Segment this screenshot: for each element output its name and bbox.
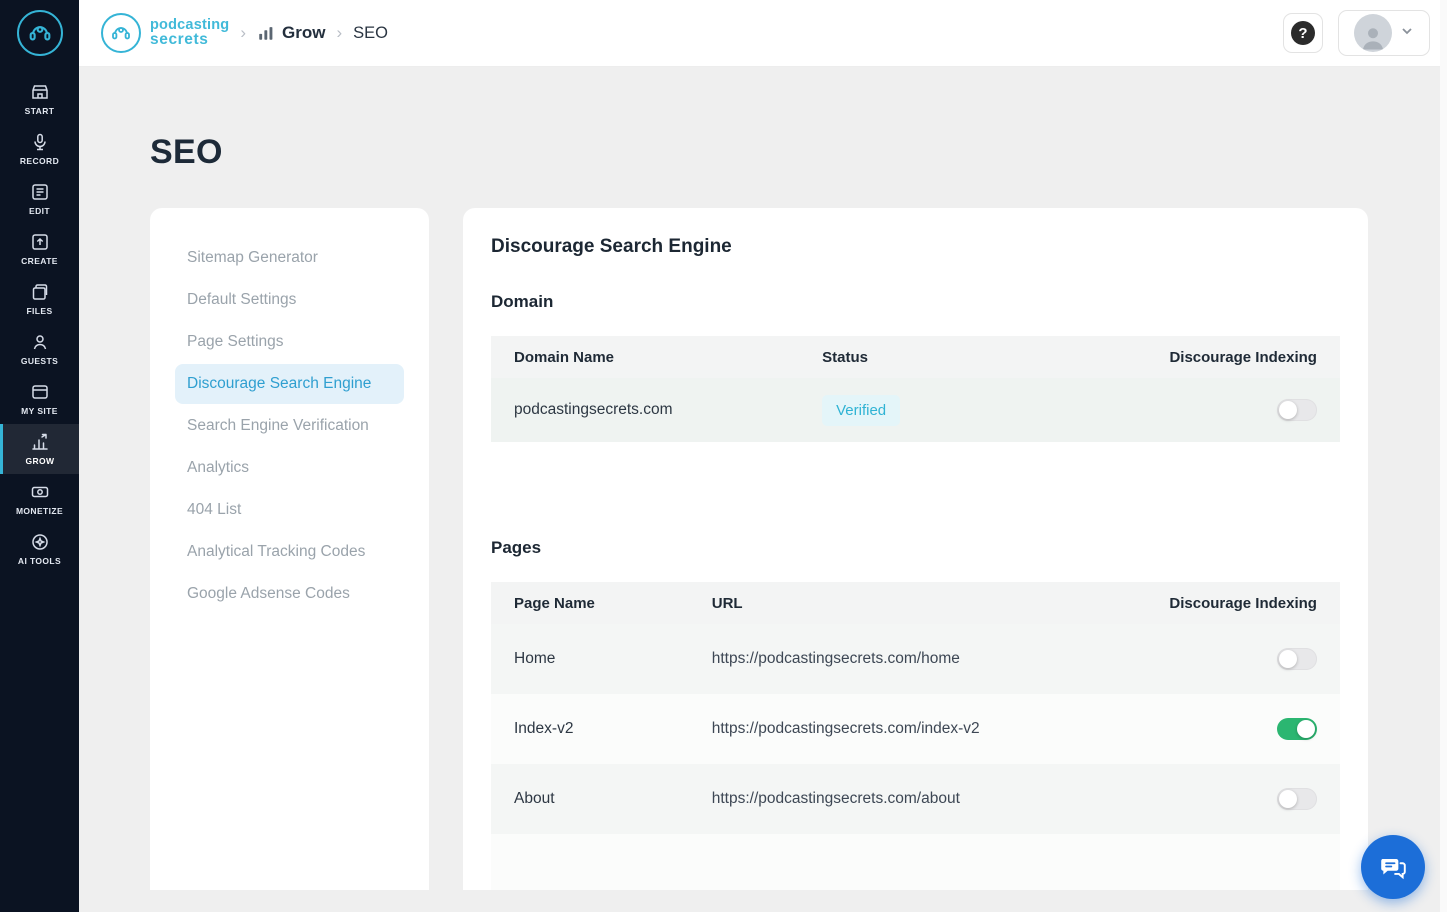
breadcrumb-separator-icon: › [240, 23, 246, 43]
sidebar-item-record[interactable]: RECORD [0, 124, 79, 174]
podcast-logo-icon [26, 19, 54, 47]
panel-title: Discourage Search Engine [491, 236, 1340, 258]
table-row: podcastingsecrets.com Verified [491, 378, 1340, 442]
sidebar-item-label: MONETIZE [16, 506, 63, 516]
page-name: About [491, 790, 712, 808]
help-button[interactable]: ? [1283, 13, 1323, 53]
column-header-discourage-indexing: Discourage Indexing [1153, 349, 1340, 366]
brand-logo[interactable]: podcasting secrets [101, 13, 229, 53]
page-url: https://podcastingsecrets.com/home [712, 650, 1153, 668]
brand-name: podcasting secrets [150, 18, 229, 49]
avatar [1354, 14, 1392, 52]
create-icon [30, 232, 50, 252]
sidebar-item-monetize[interactable]: MONETIZE [0, 474, 79, 524]
sidebar-item-label: START [25, 106, 55, 116]
table-row: Index-v2 https://podcastingsecrets.com/i… [491, 694, 1340, 764]
scrollbar-track[interactable] [1440, 0, 1447, 912]
domain-section-title: Domain [491, 292, 1340, 312]
discourage-indexing-toggle[interactable] [1277, 648, 1317, 670]
sidebar-item-label: MY SITE [21, 406, 58, 416]
top-header: podcasting secrets › Grow › SEO ? [79, 0, 1447, 67]
column-header-url: URL [712, 595, 1153, 612]
discourage-indexing-toggle[interactable] [1277, 399, 1317, 421]
status-badge: Verified [822, 395, 900, 426]
edit-sliders-icon [30, 182, 50, 202]
sidebar-item-my-site[interactable]: MY SITE [0, 374, 79, 424]
domain-name: podcastingsecrets.com [491, 401, 822, 419]
sidebar-item-label: EDIT [29, 206, 50, 216]
money-icon [30, 482, 50, 502]
menu-item-sitemap-generator[interactable]: Sitemap Generator [175, 238, 404, 278]
breadcrumb-grow[interactable]: Grow [257, 23, 325, 43]
sidebar-item-start[interactable]: START [0, 74, 79, 124]
page-title: SEO [150, 133, 1440, 172]
guests-icon [30, 332, 50, 352]
header-actions: ? [1283, 10, 1430, 56]
menu-item-discourage-search-engine[interactable]: Discourage Search Engine [175, 364, 404, 404]
sidebar-item-label: RECORD [20, 156, 59, 166]
page-url: https://podcastingsecrets.com/about [712, 790, 1153, 808]
chat-widget-button[interactable] [1361, 835, 1425, 899]
sidebar-item-label: FILES [26, 306, 52, 316]
pages-table: Page Name URL Discourage Indexing Home h… [491, 582, 1340, 890]
page-name: Home [491, 650, 712, 668]
menu-item-search-engine-verification[interactable]: Search Engine Verification [175, 406, 404, 446]
domain-table-header: Domain Name Status Discourage Indexing [491, 336, 1340, 378]
seo-settings-menu: Sitemap Generator Default Settings Page … [150, 208, 429, 890]
sidebar-item-guests[interactable]: GUESTS [0, 324, 79, 374]
sidebar-item-ai-tools[interactable]: AI TOOLS [0, 524, 79, 574]
microphone-icon [30, 132, 50, 152]
breadcrumb-separator-icon: › [336, 23, 342, 43]
breadcrumb-seo: SEO [353, 24, 388, 43]
person-silhouette-icon [1358, 22, 1388, 52]
sidebar-item-label: GROW [26, 456, 55, 466]
menu-item-404-list[interactable]: 404 List [175, 490, 404, 530]
discourage-indexing-toggle[interactable] [1277, 718, 1317, 740]
sidebar: START RECORD EDIT CREATE FILES GUESTS MY… [0, 0, 79, 912]
sidebar-item-label: GUESTS [21, 356, 58, 366]
menu-item-page-settings[interactable]: Page Settings [175, 322, 404, 362]
discourage-search-engine-panel: Discourage Search Engine Domain Domain N… [463, 208, 1368, 890]
table-row: Home https://podcastingsecrets.com/home [491, 624, 1340, 694]
help-icon: ? [1291, 21, 1315, 45]
table-row: About https://podcastingsecrets.com/abou… [491, 764, 1340, 834]
column-header-discourage-indexing: Discourage Indexing [1153, 595, 1340, 612]
menu-item-default-settings[interactable]: Default Settings [175, 280, 404, 320]
menu-item-analytical-tracking-codes[interactable]: Analytical Tracking Codes [175, 532, 404, 572]
column-header-status: Status [822, 349, 1153, 366]
pages-table-header: Page Name URL Discourage Indexing [491, 582, 1340, 624]
page-url: https://podcastingsecrets.com/index-v2 [712, 720, 1153, 738]
sidebar-item-files[interactable]: FILES [0, 274, 79, 324]
files-icon [30, 282, 50, 302]
app-logo-icon[interactable] [17, 10, 63, 56]
menu-item-analytics[interactable]: Analytics [175, 448, 404, 488]
storefront-icon [30, 82, 50, 102]
growth-chart-icon [30, 432, 50, 452]
sidebar-item-label: CREATE [21, 256, 58, 266]
domain-table: Domain Name Status Discourage Indexing p… [491, 336, 1340, 442]
column-header-domain-name: Domain Name [491, 349, 822, 366]
column-header-page-name: Page Name [491, 595, 712, 612]
account-menu-button[interactable] [1338, 10, 1430, 56]
browser-window-icon [30, 382, 50, 402]
chat-bubbles-icon [1378, 852, 1408, 882]
discourage-indexing-toggle[interactable] [1277, 788, 1317, 810]
brand-logo-icon [101, 13, 141, 53]
chevron-down-icon [1400, 24, 1414, 43]
main-content: SEO Sitemap Generator Default Settings P… [79, 67, 1440, 912]
sidebar-item-edit[interactable]: EDIT [0, 174, 79, 224]
page-name: Index-v2 [491, 720, 712, 738]
table-row [491, 834, 1340, 890]
menu-item-google-adsense-codes[interactable]: Google Adsense Codes [175, 574, 404, 614]
sidebar-item-label: AI TOOLS [18, 556, 61, 566]
grow-bars-icon [257, 24, 275, 42]
pages-section-title: Pages [491, 538, 1340, 558]
ai-sparkle-icon [30, 532, 50, 552]
sidebar-item-create[interactable]: CREATE [0, 224, 79, 274]
sidebar-item-grow[interactable]: GROW [0, 424, 79, 474]
